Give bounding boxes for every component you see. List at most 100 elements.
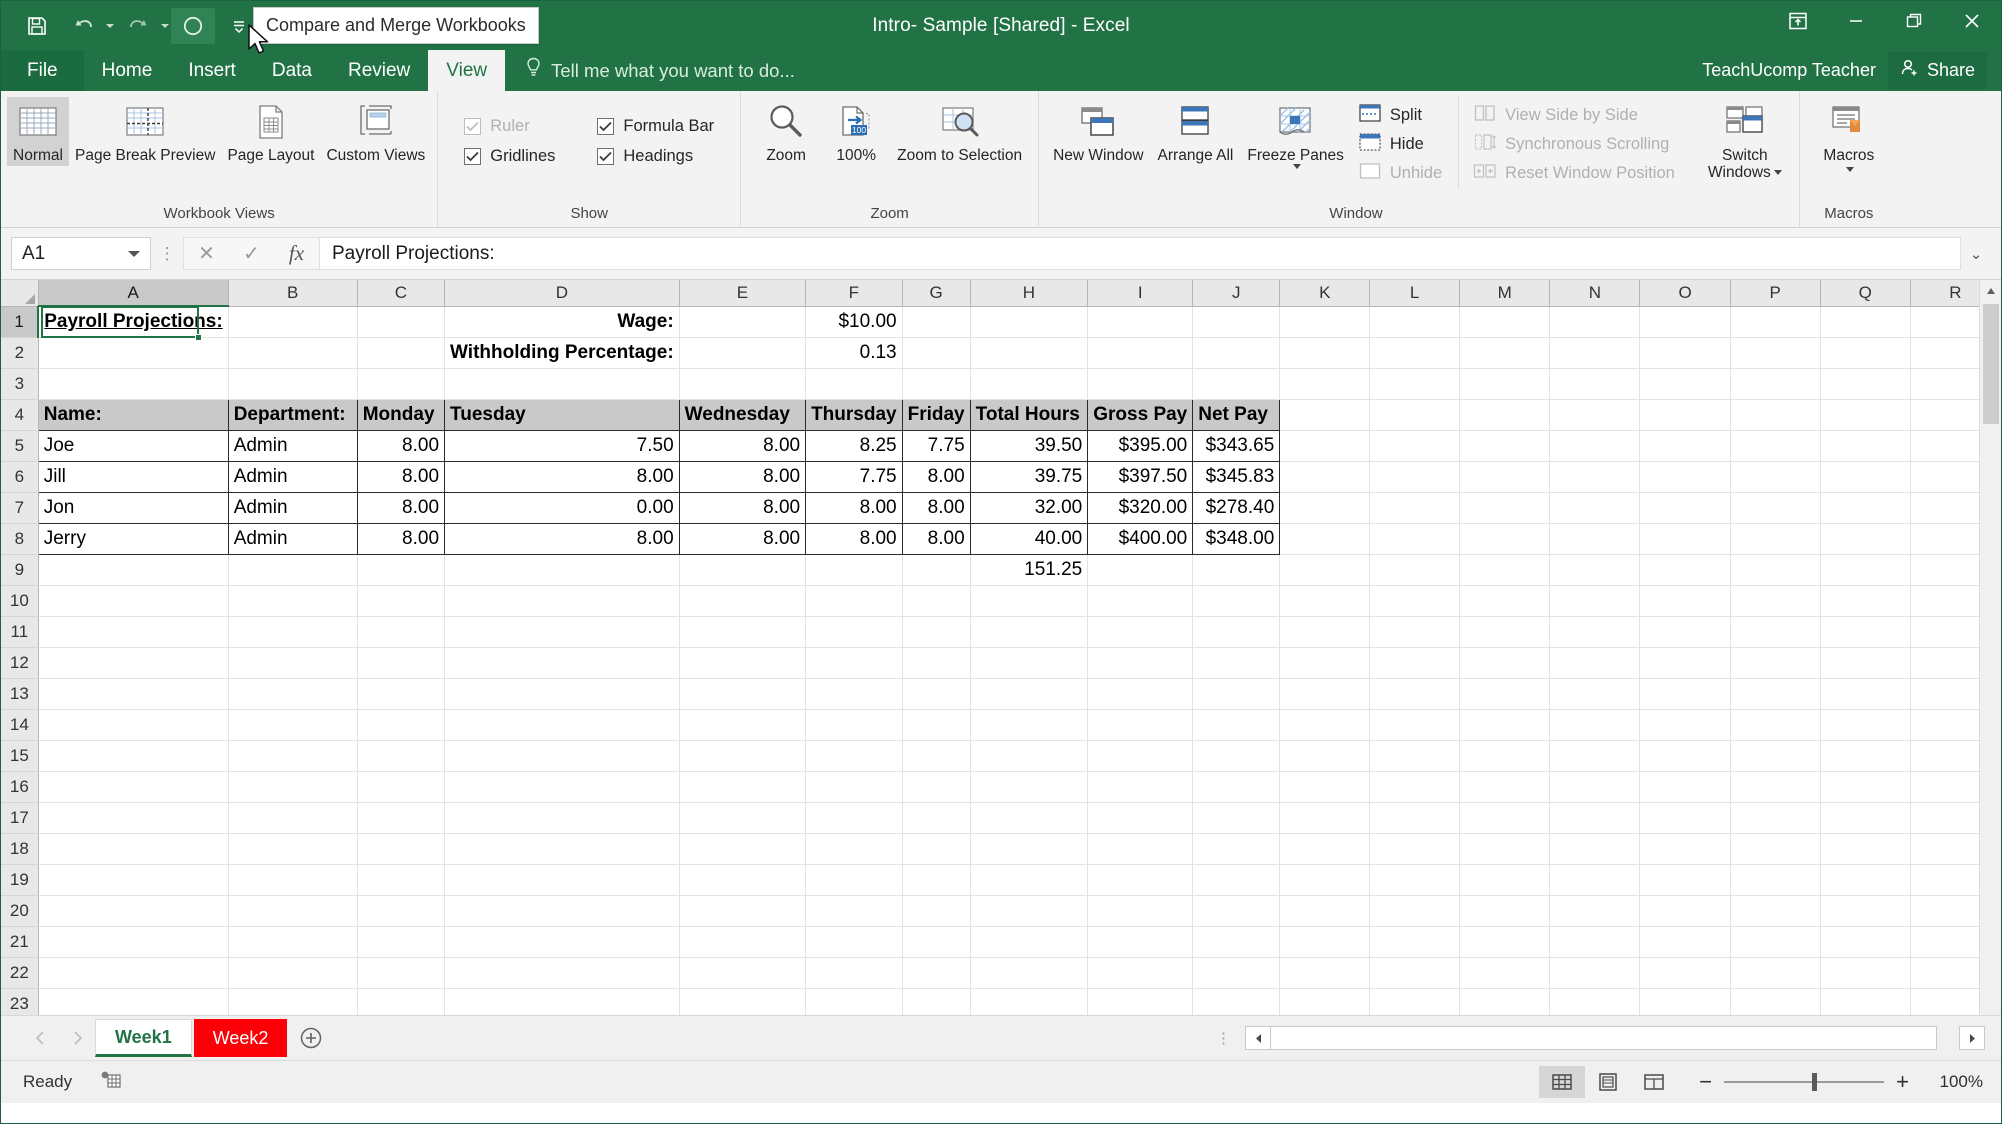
cell-C17[interactable] bbox=[357, 802, 446, 834]
row-header-17[interactable]: 17 bbox=[1, 802, 39, 834]
cell-H6[interactable]: 39.75 bbox=[969, 460, 1089, 493]
cell-E17[interactable] bbox=[679, 802, 807, 834]
cell-O8[interactable] bbox=[1639, 523, 1731, 555]
cell-A5[interactable]: Joe bbox=[37, 429, 229, 462]
cell-H11[interactable] bbox=[970, 616, 1089, 648]
cell-M22[interactable] bbox=[1459, 957, 1551, 989]
cell-C22[interactable] bbox=[357, 957, 446, 989]
scroll-up-button[interactable] bbox=[1980, 280, 2001, 302]
cell-G1[interactable] bbox=[902, 306, 971, 338]
cell-N21[interactable] bbox=[1549, 926, 1641, 958]
cell-L12[interactable] bbox=[1369, 647, 1461, 679]
cell-P1[interactable] bbox=[1730, 306, 1821, 338]
cell-J1[interactable] bbox=[1192, 306, 1281, 338]
cell-M7[interactable] bbox=[1459, 492, 1551, 524]
cell-A15[interactable] bbox=[38, 740, 229, 772]
cell-C20[interactable] bbox=[357, 895, 446, 927]
cell-M4[interactable] bbox=[1459, 399, 1551, 431]
switch-windows-button[interactable]: Freeze Panes SwitchWindows bbox=[1699, 97, 1791, 183]
cell-C2[interactable] bbox=[357, 337, 446, 369]
zoom-to-selection-button[interactable]: Zoom to Selection bbox=[891, 97, 1028, 166]
horizontal-scrollbar[interactable] bbox=[1245, 1026, 1985, 1050]
previous-sheet-icon[interactable] bbox=[23, 1020, 59, 1056]
cell-P21[interactable] bbox=[1730, 926, 1821, 958]
cell-P20[interactable] bbox=[1730, 895, 1821, 927]
cell-C19[interactable] bbox=[357, 864, 446, 896]
cell-I11[interactable] bbox=[1087, 616, 1194, 648]
cell-A16[interactable] bbox=[38, 771, 229, 803]
cell-J10[interactable] bbox=[1192, 585, 1281, 617]
cell-K4[interactable] bbox=[1279, 399, 1371, 431]
headings-checkbox[interactable] bbox=[597, 147, 615, 165]
cell-F1[interactable]: $10.00 bbox=[805, 306, 903, 338]
cell-J7[interactable]: $278.40 bbox=[1192, 491, 1281, 524]
cell-G19[interactable] bbox=[902, 864, 971, 896]
cell-C12[interactable] bbox=[357, 647, 446, 679]
cell-A2[interactable] bbox=[38, 337, 229, 369]
cell-C8[interactable]: 8.00 bbox=[356, 522, 446, 555]
cell-Q8[interactable] bbox=[1820, 523, 1911, 555]
cell-J23[interactable] bbox=[1192, 988, 1281, 1015]
gridlines-checkbox-row[interactable]: Gridlines bbox=[464, 141, 555, 171]
cell-C14[interactable] bbox=[357, 709, 446, 741]
cell-G14[interactable] bbox=[902, 709, 971, 741]
column-header-A[interactable]: A bbox=[38, 280, 229, 307]
cell-L8[interactable] bbox=[1369, 523, 1461, 555]
cell-L5[interactable] bbox=[1369, 430, 1461, 462]
cell-G7[interactable]: 8.00 bbox=[901, 491, 971, 524]
cell-B6[interactable]: Admin bbox=[227, 460, 358, 493]
cell-D13[interactable] bbox=[444, 678, 680, 710]
select-all-corner[interactable] bbox=[1, 280, 39, 307]
cell-L9[interactable] bbox=[1369, 554, 1461, 586]
column-header-G[interactable]: G bbox=[902, 280, 971, 307]
cell-B17[interactable] bbox=[228, 802, 358, 834]
cell-M15[interactable] bbox=[1459, 740, 1551, 772]
cell-M23[interactable] bbox=[1459, 988, 1551, 1015]
next-sheet-icon[interactable] bbox=[59, 1020, 95, 1056]
cell-F2[interactable]: 0.13 bbox=[805, 337, 903, 369]
cell-N6[interactable] bbox=[1549, 461, 1641, 493]
cell-P5[interactable] bbox=[1730, 430, 1821, 462]
cell-A23[interactable] bbox=[38, 988, 229, 1015]
cell-A3[interactable] bbox=[38, 368, 229, 400]
cell-D5[interactable]: 7.50 bbox=[444, 429, 680, 462]
cell-A4[interactable]: Name: bbox=[37, 398, 229, 431]
cell-G15[interactable] bbox=[902, 740, 971, 772]
cell-L17[interactable] bbox=[1369, 802, 1461, 834]
cell-O9[interactable] bbox=[1639, 554, 1731, 586]
cell-I21[interactable] bbox=[1087, 926, 1194, 958]
cell-J22[interactable] bbox=[1192, 957, 1281, 989]
cell-B7[interactable]: Admin bbox=[227, 491, 358, 524]
cell-F23[interactable] bbox=[805, 988, 903, 1015]
cell-E10[interactable] bbox=[679, 585, 807, 617]
sheet-tab-week2[interactable]: Week2 bbox=[193, 1019, 288, 1057]
cell-J18[interactable] bbox=[1192, 833, 1281, 865]
cell-I18[interactable] bbox=[1087, 833, 1194, 865]
zoom-in-button[interactable]: + bbox=[1896, 1069, 1909, 1095]
cell-I4[interactable]: Gross Pay bbox=[1087, 398, 1194, 431]
cell-N3[interactable] bbox=[1549, 368, 1641, 400]
cell-L3[interactable] bbox=[1369, 368, 1461, 400]
cell-J15[interactable] bbox=[1192, 740, 1281, 772]
row-header-4[interactable]: 4 bbox=[1, 399, 39, 431]
cell-J17[interactable] bbox=[1192, 802, 1281, 834]
cell-B23[interactable] bbox=[228, 988, 358, 1015]
cell-M5[interactable] bbox=[1459, 430, 1551, 462]
cell-J16[interactable] bbox=[1192, 771, 1281, 803]
cell-P22[interactable] bbox=[1730, 957, 1821, 989]
cell-L1[interactable] bbox=[1369, 306, 1461, 338]
cell-E5[interactable]: 8.00 bbox=[678, 429, 807, 462]
column-header-N[interactable]: N bbox=[1549, 280, 1641, 307]
cell-K15[interactable] bbox=[1279, 740, 1371, 772]
cell-L2[interactable] bbox=[1369, 337, 1461, 369]
page-layout-status-button[interactable] bbox=[1585, 1066, 1631, 1098]
cell-E14[interactable] bbox=[679, 709, 807, 741]
ribbon-display-options-icon[interactable] bbox=[1769, 1, 1827, 41]
cell-H19[interactable] bbox=[970, 864, 1089, 896]
cell-E15[interactable] bbox=[679, 740, 807, 772]
cell-F9[interactable] bbox=[805, 554, 903, 586]
cell-P7[interactable] bbox=[1730, 492, 1821, 524]
cell-L16[interactable] bbox=[1369, 771, 1461, 803]
cell-J3[interactable] bbox=[1192, 368, 1281, 400]
cell-B22[interactable] bbox=[228, 957, 358, 989]
